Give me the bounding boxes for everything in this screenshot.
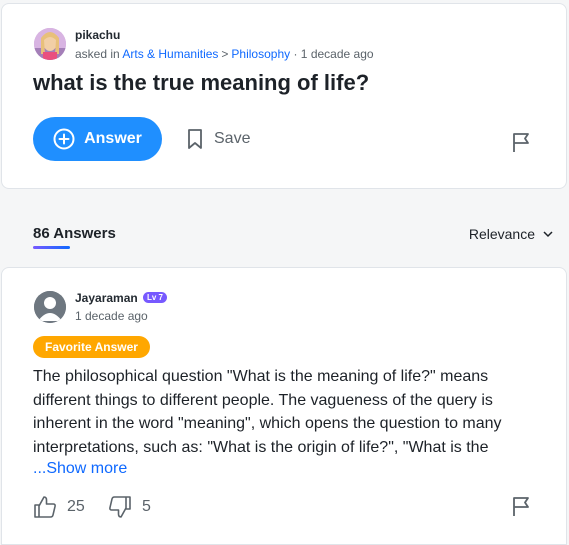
subcategory-link[interactable]: Philosophy bbox=[231, 47, 290, 61]
level-badge: Lv 7 bbox=[143, 292, 168, 303]
answers-count: 86 Answers bbox=[33, 225, 116, 242]
default-user-icon bbox=[34, 291, 66, 323]
chevron-down-icon bbox=[543, 231, 553, 238]
asked-in-prefix: asked in bbox=[75, 47, 123, 61]
report-flag-icon[interactable] bbox=[511, 131, 533, 153]
sort-label: Relevance bbox=[468, 226, 535, 242]
favorite-answer-badge: Favorite Answer bbox=[33, 336, 150, 358]
downvote-count: 5 bbox=[142, 498, 151, 515]
show-more-link[interactable]: ...Show more bbox=[33, 460, 127, 478]
breadcrumb-chevron-icon: > bbox=[221, 47, 229, 61]
answerer-avatar[interactable] bbox=[34, 291, 66, 323]
upvote-button[interactable]: 25 bbox=[33, 495, 85, 519]
save-button[interactable]: Save bbox=[186, 127, 250, 151]
upvote-count: 25 bbox=[67, 498, 85, 515]
downvote-button[interactable]: 5 bbox=[108, 495, 151, 519]
answer-button-label: Answer bbox=[84, 130, 142, 147]
answer-button[interactable]: Answer bbox=[33, 117, 162, 161]
save-button-label: Save bbox=[214, 130, 251, 147]
add-answer-icon bbox=[53, 128, 75, 150]
category-link[interactable]: Arts & Humanities bbox=[122, 47, 218, 61]
question-meta: asked in Arts & Humanities > Philosophy · … bbox=[75, 47, 374, 61]
answer-time: 1 decade ago bbox=[75, 309, 148, 323]
sort-dropdown[interactable]: Relevance bbox=[469, 226, 553, 242]
thumbs-down-icon bbox=[109, 496, 131, 518]
answers-count-underline bbox=[33, 246, 70, 249]
asker-avatar-image bbox=[34, 28, 66, 60]
thumbs-up-icon bbox=[34, 496, 56, 518]
answer-text: The philosophical question "What is the … bbox=[33, 368, 502, 456]
answerer-username[interactable]: Jayaraman bbox=[75, 291, 138, 305]
question-time: · 1 decade ago bbox=[290, 47, 374, 61]
asker-avatar[interactable] bbox=[34, 28, 66, 60]
bookmark-icon bbox=[188, 129, 202, 149]
report-answer-flag-icon[interactable] bbox=[511, 495, 533, 517]
asker-username[interactable]: pikachu bbox=[75, 28, 120, 42]
question-title: what is the true meaning of life? bbox=[33, 70, 370, 95]
